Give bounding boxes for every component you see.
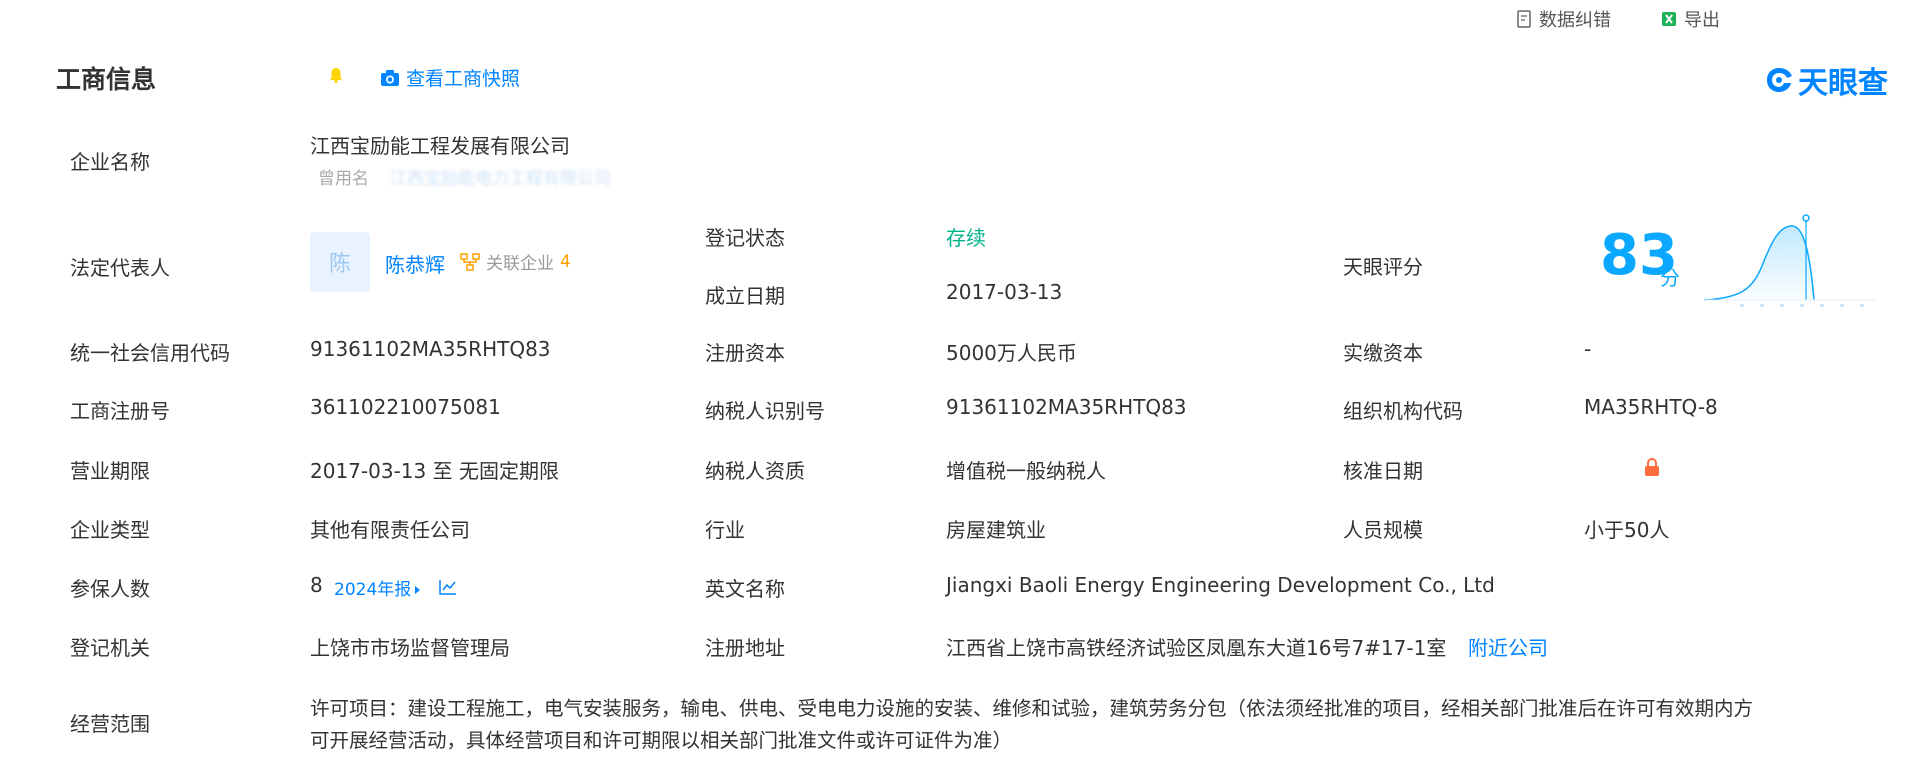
english-name-label: 英文名称 [705, 577, 785, 601]
industry-label: 行业 [705, 518, 745, 542]
eye-logo-icon [1767, 68, 1792, 92]
related-companies-link[interactable]: 关联企业 4 [460, 249, 571, 274]
export-label: 导出 [1684, 10, 1720, 31]
annual-report-link[interactable]: 2024年报 [334, 575, 421, 600]
credit-code-label: 统一社会信用代码 [70, 341, 230, 365]
company-type-value: 其他有限责任公司 [310, 518, 470, 542]
reg-capital-label: 注册资本 [705, 341, 785, 365]
scope-line-2: 可开展经营活动，具体经营项目和许可期限以相关部门批准文件或许可证件为准） [310, 729, 1013, 752]
scope-label: 经营范围 [70, 712, 150, 736]
related-count: 4 [560, 251, 571, 272]
taxpayer-qual-value: 增值税一般纳税人 [946, 459, 1106, 483]
taxpayer-id-label: 纳税人识别号 [705, 399, 825, 423]
credit-code-value: 91361102MA35RHTQ83 [310, 337, 551, 361]
reg-capital-value: 5000万人民币 [946, 341, 1077, 365]
scope-line-1: 许可项目：建设工程施工，电气安装服务，输电、供电、受电电力设施的安装、维修和试验… [310, 697, 1754, 720]
data-correction-button[interactable]: 数据纠错 [1517, 6, 1611, 32]
staff-size-value: 小于50人 [1584, 518, 1670, 542]
former-name: 江西宝励能电力工程有限公司 [390, 169, 611, 189]
score-unit: 分 [1660, 266, 1680, 290]
company-type-label: 企业类型 [70, 518, 150, 542]
legal-rep-name-link[interactable]: 陈恭辉 [385, 249, 445, 278]
english-name-value: Jiangxi Baoli Energy Engineering Develop… [946, 573, 1495, 597]
excel-icon [1662, 12, 1676, 26]
lock-icon[interactable] [1642, 457, 1662, 477]
reg-no-label: 工商注册号 [70, 399, 170, 423]
taxpayer-id-value: 91361102MA35RHTQ83 [946, 395, 1187, 419]
logo-text: 天眼查 [1798, 66, 1888, 101]
approve-date-label: 核准日期 [1343, 459, 1423, 483]
industry-value: 房屋建筑业 [946, 518, 1046, 542]
reg-no-value: 361102210075081 [310, 395, 501, 419]
edit-doc-icon [1517, 10, 1531, 28]
staff-size-label: 人员规模 [1343, 518, 1423, 542]
arrow-right-icon [415, 586, 421, 594]
paid-capital-label: 实缴资本 [1343, 341, 1423, 365]
reg-address-value: 江西省上饶市高铁经济试验区凤凰东大道16号7#17-1室 [946, 636, 1447, 660]
network-icon [460, 252, 480, 271]
view-snapshot-label: 查看工商快照 [406, 68, 521, 90]
biz-period-value: 2017-03-13 至 无固定期限 [310, 459, 559, 483]
nearby-companies-link[interactable]: 附近公司 [1468, 632, 1548, 661]
score-label: 天眼评分 [1343, 255, 1423, 279]
former-name-label: 曾用名 [318, 169, 369, 189]
section-title: 工商信息 [56, 65, 157, 94]
avatar[interactable]: 陈 [310, 232, 370, 292]
reg-status-value: 存续 [946, 226, 986, 250]
view-snapshot-link[interactable]: 查看工商快照 [380, 64, 520, 91]
export-button[interactable]: 导出 [1662, 6, 1720, 32]
trend-chart-icon[interactable] [438, 578, 458, 596]
paid-capital-value: - [1584, 337, 1592, 361]
company-name-label: 企业名称 [70, 150, 150, 174]
camera-icon [381, 69, 399, 86]
reg-authority-value: 上饶市市场监督管理局 [310, 636, 510, 660]
insured-value: 8 [310, 573, 323, 597]
reg-authority-label: 登记机关 [70, 636, 150, 660]
related-label: 关联企业 [486, 254, 554, 274]
bell-icon[interactable] [327, 66, 345, 84]
tianyancha-logo[interactable]: 天眼查 [1764, 58, 1888, 102]
org-code-value: MA35RHTQ-8 [1584, 395, 1718, 419]
taxpayer-qual-label: 纳税人资质 [705, 459, 805, 483]
reg-address-label: 注册地址 [705, 636, 785, 660]
biz-period-label: 营业期限 [70, 459, 150, 483]
company-name: 江西宝励能工程发展有限公司 [310, 134, 570, 158]
insured-label: 参保人数 [70, 577, 150, 601]
annual-report-label: 2024年报 [334, 580, 412, 600]
found-date-label: 成立日期 [705, 284, 785, 308]
data-correction-label: 数据纠错 [1539, 10, 1611, 31]
legal-rep-label: 法定代表人 [70, 256, 170, 280]
score-distribution-chart[interactable] [1700, 214, 1880, 312]
found-date-value: 2017-03-13 [946, 280, 1063, 304]
org-code-label: 组织机构代码 [1343, 399, 1463, 423]
reg-status-label: 登记状态 [705, 226, 785, 250]
